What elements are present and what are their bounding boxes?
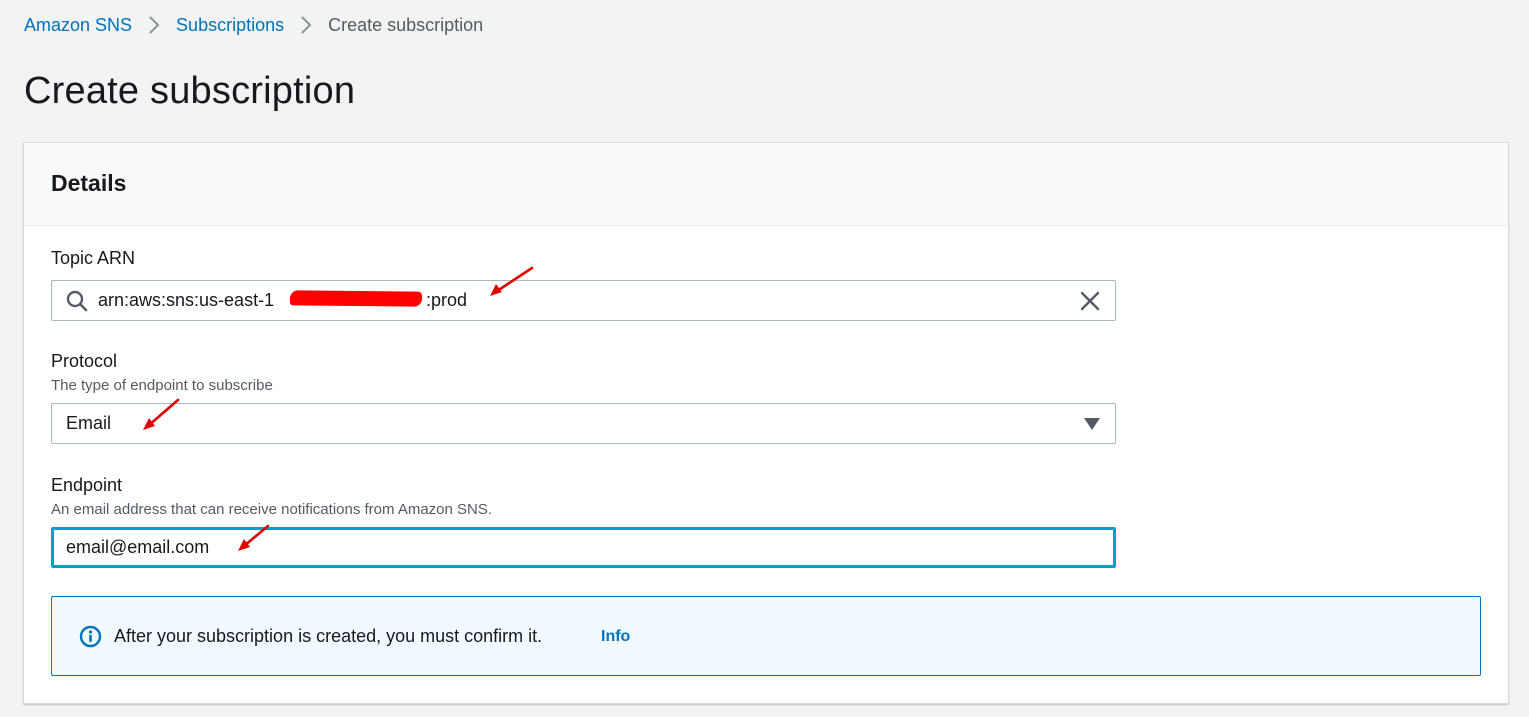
endpoint-value: email@email.com: [66, 537, 210, 557]
breadcrumb-amazon-sns[interactable]: Amazon SNS: [24, 15, 132, 36]
topic-arn-value-suffix: :prod: [426, 290, 468, 310]
annotation-arrow-icon: [143, 398, 180, 430]
close-icon[interactable]: [1079, 290, 1101, 312]
details-panel: Details Topic ARN arn:aws:sns:us-east-1 …: [23, 142, 1509, 704]
endpoint-description: An email address that can receive notifi…: [51, 501, 493, 518]
topic-arn-label: Topic ARN: [51, 248, 136, 268]
info-link[interactable]: Info: [601, 628, 630, 646]
alert-message: After your subscription is created, you …: [114, 626, 543, 646]
endpoint-label: Endpoint: [51, 475, 123, 495]
redaction-mark: [289, 290, 423, 307]
page-title: Create subscription: [24, 70, 356, 112]
protocol-selected-value: Email: [66, 413, 112, 433]
breadcrumb-create-subscription: Create subscription: [328, 14, 484, 35]
breadcrumb-subscriptions[interactable]: Subscriptions: [176, 15, 284, 36]
protocol-label: Protocol: [51, 351, 118, 371]
breadcrumb: Amazon SNS Subscriptions Create subscrip…: [24, 13, 483, 37]
chevron-right-icon: [284, 15, 328, 35]
protocol-select[interactable]: Email: [51, 403, 1116, 444]
search-icon: [66, 290, 88, 312]
panel-header: Details: [24, 143, 1508, 226]
topic-arn-input[interactable]: arn:aws:sns:us-east-1 :prod: [51, 280, 1116, 321]
annotation-arrow-icon: [490, 266, 534, 296]
topic-arn-value-prefix: arn:aws:sns:us-east-1: [98, 290, 275, 310]
info-alert: After your subscription is created, you …: [51, 596, 1481, 676]
endpoint-input[interactable]: email@email.com: [51, 527, 1116, 568]
caret-down-icon[interactable]: [1083, 417, 1101, 431]
info-icon: [79, 625, 102, 648]
annotation-arrow-icon: [238, 524, 270, 551]
chevron-right-icon: [132, 15, 176, 35]
protocol-description: The type of endpoint to subscribe: [51, 377, 273, 394]
panel-title: Details: [51, 170, 127, 196]
